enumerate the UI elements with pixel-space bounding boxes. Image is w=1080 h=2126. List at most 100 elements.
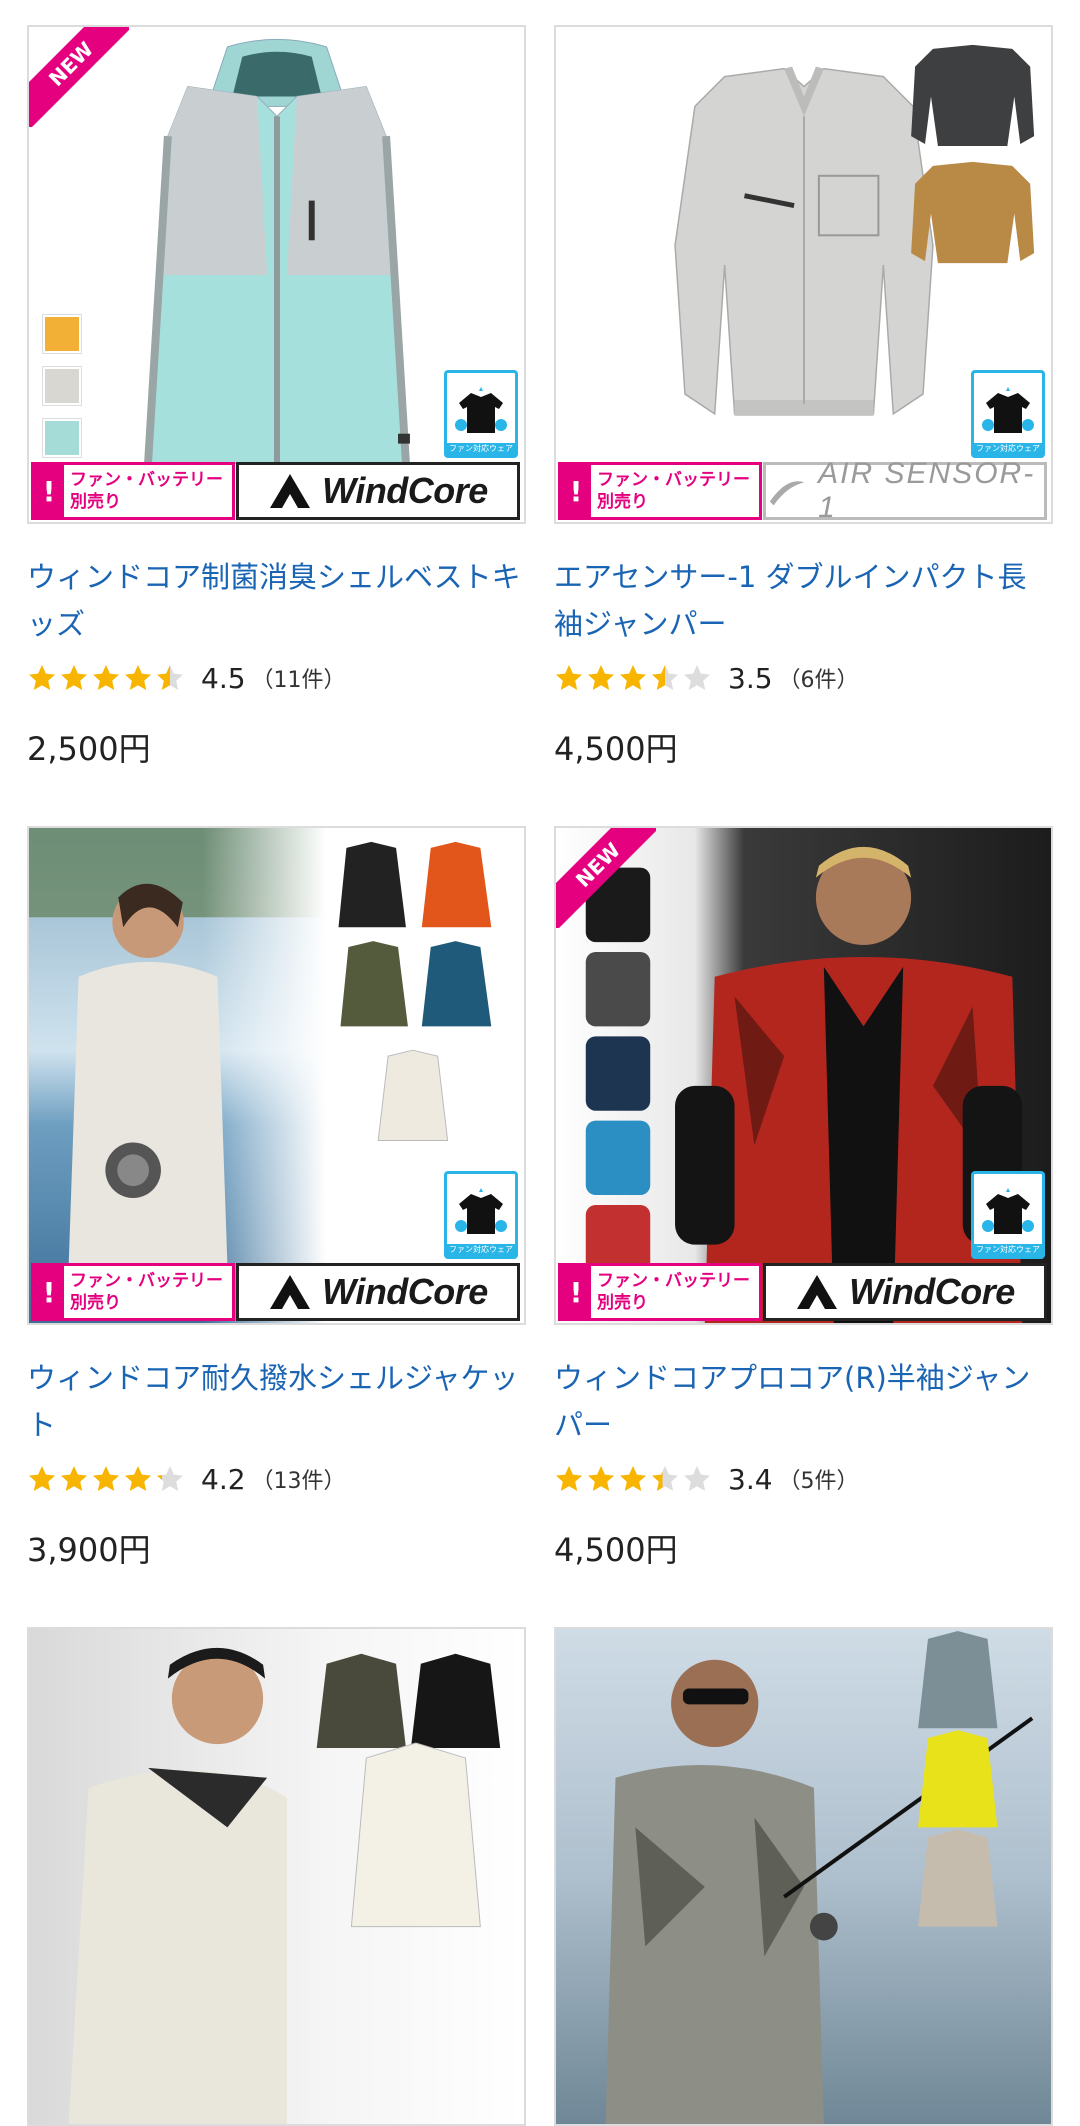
product-image[interactable]: ファン対応ウェア ! ファン・バッテリー 別売り WindCore	[27, 826, 526, 1325]
rating-stars	[554, 663, 714, 693]
product-title[interactable]: ウィンドコア制菌消臭シェルベストキッズ	[27, 554, 526, 648]
product-card[interactable]: NEW ファン対応ウェア ! ファン・バッテリー 別売り WindCore ウィ…	[27, 25, 526, 768]
product-card[interactable]: ファン対応ウェア ! ファン・バッテリー 別売り AIR SENSOR-1 エアセ…	[554, 25, 1053, 768]
star-icon	[157, 1466, 183, 1491]
product-image[interactable]	[554, 1627, 1053, 2126]
brand-logo: WindCore	[236, 462, 520, 520]
swatch-gray	[43, 367, 81, 405]
air-sensor-logo-icon	[769, 481, 805, 506]
star-icon	[93, 665, 119, 690]
star-icon	[125, 1466, 151, 1491]
star-icon	[125, 665, 151, 690]
review-count[interactable]: （6件）	[779, 662, 859, 694]
product-price: 3,900円	[27, 1531, 151, 1569]
product-image[interactable]	[27, 1627, 526, 2126]
fan-jacket-icon	[455, 387, 507, 433]
new-label: NEW	[556, 828, 656, 928]
star-icon	[620, 665, 646, 690]
fan-wear-badge: ファン対応ウェア	[444, 1171, 518, 1259]
star-icon	[588, 665, 614, 690]
star-icon	[588, 1466, 614, 1491]
exclamation-icon: !	[561, 1266, 591, 1318]
rating-stars	[27, 1464, 187, 1494]
swatch-mint	[43, 419, 81, 457]
star-icon	[652, 665, 678, 690]
warning-line2: 別売り	[597, 492, 648, 511]
star-icon	[556, 665, 582, 690]
brand-name: WindCore	[849, 1271, 1015, 1312]
star-icon	[684, 665, 710, 690]
warning-line1: ファン・バッテリー	[597, 1271, 750, 1290]
product-card[interactable]	[554, 1627, 1053, 2126]
product-price: 4,500円	[554, 1531, 678, 1569]
fan-badge-label: ファン対応ウェア	[974, 443, 1042, 455]
review-count[interactable]: （13件）	[252, 1463, 346, 1495]
new-ribbon: NEW	[29, 27, 129, 127]
star-icon	[29, 1466, 55, 1491]
brand-logo: AIR SENSOR-1	[763, 457, 1047, 522]
product-image[interactable]: NEW ファン対応ウェア ! ファン・バッテリー 別売り WindCore	[27, 25, 526, 524]
product-rating: 3.5 （6件）	[554, 660, 1053, 696]
review-count[interactable]: （11件）	[252, 662, 346, 694]
fan-jacket-icon	[455, 1188, 507, 1234]
star-icon	[652, 1466, 678, 1491]
warning-line2: 別売り	[597, 1293, 648, 1312]
product-title[interactable]: ウィンドコア耐久撥水シェルジャケット	[27, 1355, 526, 1449]
product-image[interactable]: ファン対応ウェア ! ファン・バッテリー 別売り AIR SENSOR-1	[554, 25, 1053, 524]
star-icon	[157, 665, 183, 690]
star-icon	[61, 1466, 87, 1491]
star-icon	[620, 1466, 646, 1491]
fan-battery-warning: ! ファン・バッテリー 別売り	[31, 462, 235, 520]
brand-name: WindCore	[322, 470, 488, 511]
star-icon	[556, 1466, 582, 1491]
product-card[interactable]: ファン対応ウェア ! ファン・バッテリー 別売り WindCore ウィンドコア耐…	[27, 826, 526, 1569]
man-hoodie-photo	[29, 1629, 524, 2124]
product-rating: 4.5 （11件）	[27, 660, 526, 696]
star-icon	[93, 1466, 119, 1491]
new-ribbon: NEW	[556, 828, 656, 928]
star-icon	[61, 665, 87, 690]
product-title[interactable]: ウィンドコアプロコア(R)半袖ジャンパー	[554, 1355, 1053, 1449]
rating-score: 4.2	[201, 1462, 246, 1496]
warning-line1: ファン・バッテリー	[597, 470, 750, 489]
product-rating: 3.4 （5件）	[554, 1461, 1053, 1497]
rating-score: 3.5	[728, 661, 773, 695]
rating-stars	[27, 663, 187, 693]
warning-line1: ファン・バッテリー	[70, 470, 223, 489]
man-fishing-photo	[556, 1629, 1051, 2124]
fan-wear-badge: ファン対応ウェア	[971, 370, 1045, 458]
star-icon	[684, 1466, 710, 1491]
rating-score: 3.4	[728, 1462, 773, 1496]
windcore-logo-icon	[270, 1275, 311, 1309]
rating-score: 4.5	[201, 661, 246, 695]
rating-stars	[554, 1464, 714, 1494]
brand-name: AIR SENSOR-1	[818, 457, 1036, 524]
exclamation-icon: !	[34, 1266, 64, 1318]
color-swatches	[43, 315, 81, 471]
windcore-logo-icon	[270, 474, 311, 508]
warning-line2: 別売り	[70, 492, 121, 511]
brand-logo: WindCore	[763, 1263, 1047, 1321]
review-count[interactable]: （5件）	[779, 1463, 859, 1495]
fan-wear-badge: ファン対応ウェア	[444, 370, 518, 458]
fan-battery-warning: ! ファン・バッテリー 別売り	[558, 462, 762, 520]
fan-jacket-icon	[982, 387, 1034, 433]
product-grid: NEW ファン対応ウェア ! ファン・バッテリー 別売り WindCore ウィ…	[27, 25, 1053, 2126]
product-card[interactable]	[27, 1627, 526, 2126]
new-label: NEW	[29, 27, 129, 127]
swatch-orange	[43, 315, 81, 353]
exclamation-icon: !	[561, 465, 591, 517]
product-price: 4,500円	[554, 730, 678, 768]
fan-badge-label: ファン対応ウェア	[447, 443, 515, 455]
product-card[interactable]: NEW ファン対応ウェア ! ファン・バッテリー 別売り WindCore ウィ…	[554, 826, 1053, 1569]
product-title[interactable]: エアセンサー-1 ダブルインパクト長袖ジャンパー	[554, 554, 1053, 648]
fan-wear-badge: ファン対応ウェア	[971, 1171, 1045, 1259]
warning-line1: ファン・バッテリー	[70, 1271, 223, 1290]
exclamation-icon: !	[34, 465, 64, 517]
product-image[interactable]: NEW ファン対応ウェア ! ファン・バッテリー 別売り WindCore	[554, 826, 1053, 1325]
brand-name: WindCore	[322, 1271, 488, 1312]
warning-line2: 別売り	[70, 1293, 121, 1312]
windcore-logo-icon	[797, 1275, 838, 1309]
product-price: 2,500円	[27, 730, 151, 768]
fan-battery-warning: ! ファン・バッテリー 別売り	[31, 1263, 235, 1321]
